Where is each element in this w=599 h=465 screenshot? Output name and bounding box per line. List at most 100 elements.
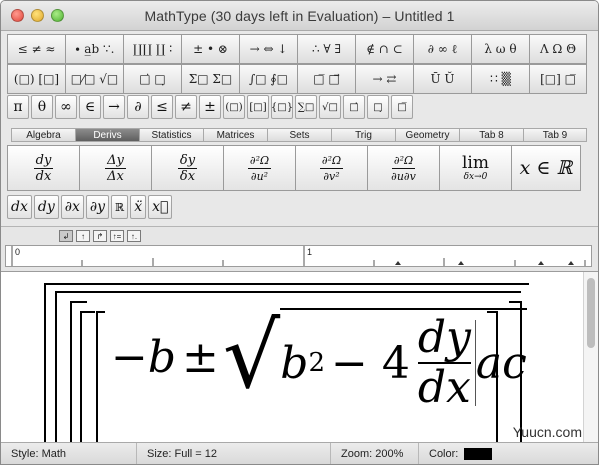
second-partial-v-template[interactable]: ∂²Ω ∂v²: [295, 145, 367, 191]
fractions-radicals-palette[interactable]: □⁄□ √□: [65, 64, 123, 94]
denominator: ∂v²: [323, 169, 340, 183]
tab-derivs[interactable]: Derivs: [75, 128, 139, 142]
ruler-area: ↲ ↑ ↱ ↑= ↑. 0 1: [1, 226, 598, 271]
numerator: ∂²Ω: [319, 153, 344, 169]
equals-tab-stop-icon[interactable]: ↑=: [110, 230, 124, 242]
mixed-partial-template[interactable]: ∂²Ω ∂u∂v: [367, 145, 439, 191]
scroll-thumb[interactable]: [587, 278, 595, 348]
decimal-tab-stop-icon[interactable]: ↑.: [127, 230, 141, 242]
small-symbol-bar: π θ ∞ ∈ → ∂ ≤ ≠ ± (□) [□] {□} ∑□ √□ □̇ □…: [7, 95, 413, 119]
tab-statistics[interactable]: Statistics: [139, 128, 203, 142]
partial-y-button[interactable]: ∂y: [85, 195, 110, 219]
x-in-reals-template[interactable]: x ∈ ℝ: [511, 145, 581, 191]
greek-uppercase-palette[interactable]: Λ Ω Θ: [529, 34, 587, 64]
tab-9[interactable]: Tab 9: [523, 128, 587, 142]
tab-geometry[interactable]: Geometry: [395, 128, 459, 142]
fences-palette[interactable]: (□) [□]: [7, 64, 65, 94]
tab-trig[interactable]: Trig: [331, 128, 395, 142]
set-theory-palette[interactable]: ∉ ∩ ⊂: [355, 34, 413, 64]
summations-palette[interactable]: Σ□ Σ□: [181, 64, 239, 94]
matrices-palette[interactable]: ∷ ▒: [471, 64, 529, 94]
double-dot-button[interactable]: ẍ: [130, 195, 147, 219]
infinity-button[interactable]: ∞: [55, 95, 77, 119]
sqrt-button[interactable]: √□: [319, 95, 341, 119]
vector-x-button[interactable]: x⃛: [148, 195, 173, 219]
quadratic-equation[interactable]: −b ± √ b2 − 4 dy dx ac: [111, 302, 527, 412]
partial-button[interactable]: ∂: [127, 95, 149, 119]
numerator: δy: [177, 152, 198, 169]
color-swatch[interactable]: [464, 447, 493, 460]
ruler-label-0: 0: [15, 247, 21, 257]
element-of-button[interactable]: ∈: [79, 95, 101, 119]
tab-algebra[interactable]: Algebra: [11, 128, 75, 142]
numerator: Δy: [105, 152, 126, 169]
right-tab-stop-icon[interactable]: ↱: [93, 230, 107, 242]
numerator: dy: [33, 152, 54, 169]
tab-matrices[interactable]: Matrices: [203, 128, 267, 142]
right-arrow-button[interactable]: →: [103, 95, 125, 119]
braces-button[interactable]: {□}: [271, 95, 293, 119]
sum-button[interactable]: ∑□: [295, 95, 317, 119]
arrows-palette[interactable]: → ⇔ ↓: [239, 34, 297, 64]
left-tab-stop-icon[interactable]: ↲: [59, 230, 73, 242]
parentheses-button[interactable]: (□): [223, 95, 245, 119]
equation-editor[interactable]: −b ± √ b2 − 4 dy dx ac: [1, 271, 598, 442]
second-partial-u-template[interactable]: ∂²Ω ∂u²: [223, 145, 295, 191]
greek-lowercase-palette[interactable]: λ ω θ: [471, 34, 529, 64]
theta-button[interactable]: θ: [31, 95, 53, 119]
vertical-scrollbar[interactable]: [583, 272, 598, 442]
fraction: δy δx: [177, 152, 198, 184]
overbars-palette[interactable]: □̅ □⃗: [297, 64, 355, 94]
integrals-palette[interactable]: ∫□ ∮□: [239, 64, 297, 94]
status-size[interactable]: Size: Full = 12: [137, 442, 331, 464]
operators-palette[interactable]: ± • ⊗: [181, 34, 239, 64]
limit: lim δx→0: [462, 154, 489, 182]
brackets-button[interactable]: [□]: [247, 95, 269, 119]
pi-button[interactable]: π: [7, 95, 29, 119]
reals-button[interactable]: ℝ: [111, 195, 129, 219]
dy-dx-template[interactable]: dy dx: [7, 145, 79, 191]
misc-symbols-palette[interactable]: ∂ ∞ ℓ: [413, 34, 471, 64]
relational-palette[interactable]: ≤ ≠ ≈: [7, 34, 65, 64]
minus-four: − 4: [331, 337, 410, 389]
less-equal-button[interactable]: ≤: [151, 95, 173, 119]
logical-palette[interactable]: ∴ ∀ ∃: [297, 34, 355, 64]
tab-8[interactable]: Tab 8: [459, 128, 523, 142]
not-equal-button[interactable]: ≠: [175, 95, 197, 119]
subscripts-palette[interactable]: □̇ □̣: [123, 64, 181, 94]
dx-button[interactable]: dx: [7, 195, 32, 219]
fraction: Δy Δx: [105, 153, 126, 184]
products-palette[interactable]: Ū Ŭ: [413, 64, 471, 94]
status-zoom[interactable]: Zoom: 200%: [331, 442, 419, 464]
plus-minus-operator: ±: [182, 331, 219, 383]
title-bar: MathType (30 days left in Evaluation) – …: [1, 1, 598, 31]
status-color[interactable]: Color:: [419, 443, 493, 465]
small-delta-template[interactable]: δy δx: [151, 145, 223, 191]
embellishments-palette[interactable]: ∐∐ ∐ ∶: [123, 34, 181, 64]
delta-y-delta-x-template[interactable]: Δy Δx: [79, 145, 151, 191]
denominator: δx: [179, 168, 196, 184]
partial-x-button[interactable]: ∂x: [60, 195, 84, 219]
labeled-arrows-palette[interactable]: → ⇄: [355, 64, 413, 94]
watermark: Yuucn.com: [512, 424, 582, 440]
spaces-palette[interactable]: ∙ a̲b ∵.: [65, 34, 123, 64]
tab-sets[interactable]: Sets: [267, 128, 331, 142]
overbar-button[interactable]: □̅: [391, 95, 413, 119]
ruler-label-1: 1: [307, 247, 313, 257]
limit-template[interactable]: lim δx→0: [439, 145, 511, 191]
status-style[interactable]: Style: Math: [1, 442, 137, 464]
toolbar: ≤ ≠ ≈ ∙ a̲b ∵. ∐∐ ∐ ∶ ± • ⊗ → ⇔ ↓ ∴ ∀ ∃ …: [1, 31, 598, 231]
radical-sign: √: [222, 304, 281, 409]
derivative-small-bar: dx dy ∂x ∂y ℝ ẍ x⃛: [7, 195, 173, 219]
subscript-button[interactable]: □̣: [367, 95, 389, 119]
boxes-palette[interactable]: [□] □̅: [529, 64, 587, 94]
center-tab-stop-icon[interactable]: ↑: [76, 230, 90, 242]
ruler[interactable]: 0 1: [5, 245, 592, 267]
superscript-button[interactable]: □̇: [343, 95, 365, 119]
derivative-templates: dy dx Δy Δx δy δx ∂²Ω ∂u² ∂²Ω ∂v² ∂²Ω ∂u∂v lim…: [7, 145, 581, 191]
template-palette-row-2: (□) [□] □⁄□ √□ □̇ □̣ Σ□ Σ□ ∫□ ∮□ □̅ □⃗ →…: [7, 64, 587, 94]
plus-minus-button[interactable]: ±: [199, 95, 221, 119]
dy-button[interactable]: dy: [33, 195, 59, 219]
numerator: ∂²Ω: [247, 153, 272, 169]
denominator: ∂u∂v: [391, 169, 416, 183]
